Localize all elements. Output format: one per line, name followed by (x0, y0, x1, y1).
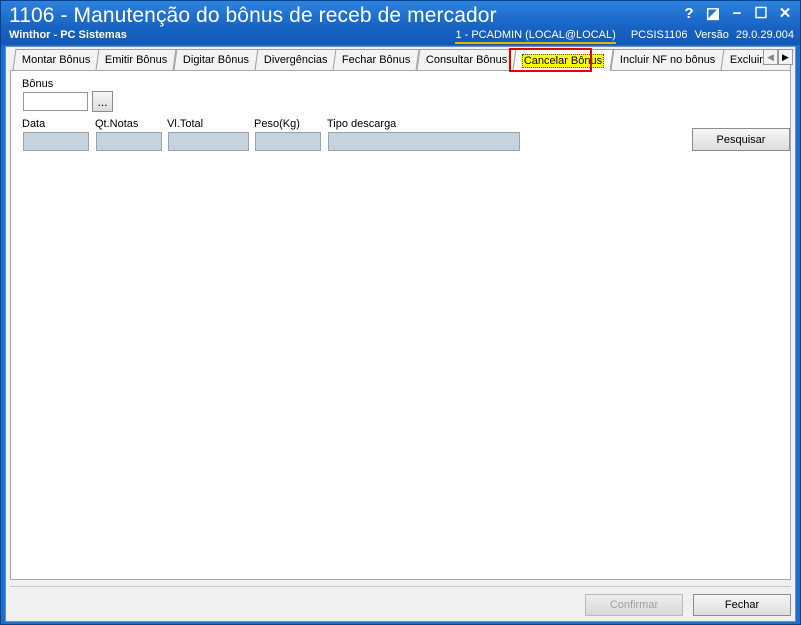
window-controls: ? ◪ − ☐ ✕ (678, 3, 796, 23)
maximize-icon[interactable]: ☐ (750, 3, 772, 23)
tipo-descarga-field (328, 132, 520, 151)
close-icon[interactable]: ✕ (774, 3, 796, 23)
tab-montar-bonus[interactable]: Montar Bônus (12, 49, 100, 70)
version-label: Versão (694, 29, 729, 41)
title-bar[interactable]: 1106 - Manutenção do bônus de receb de m… (1, 1, 800, 45)
bonus-input[interactable] (23, 92, 88, 111)
help-icon[interactable]: ? (678, 3, 700, 23)
cancel-bonus-panel: Bônus ... Data Qt.Notas Vl.Total Peso(Kg… (10, 70, 791, 580)
bonus-label: Bônus (22, 78, 54, 90)
app-subtitle: Winthor - PC Sistemas (9, 29, 127, 41)
tab-strip: Montar Bônus Emitir Bônus Digitar Bônus … (6, 47, 795, 72)
client-area: Montar Bônus Emitir Bônus Digitar Bônus … (5, 46, 796, 622)
qt-notas-field (96, 132, 162, 151)
version-number: 29.0.29.004 (735, 29, 794, 41)
tab-emitir-bonus[interactable]: Emitir Bônus (96, 49, 178, 70)
tab-cancelar-bonus[interactable]: Cancelar Bônus (512, 49, 615, 71)
tabs: Montar Bônus Emitir Bônus Digitar Bônus … (12, 49, 794, 71)
tipo-descarga-label: Tipo descarga (327, 118, 397, 130)
tab-divergencias[interactable]: Divergências (254, 49, 337, 70)
window-title: 1106 - Manutenção do bônus de receb de m… (9, 4, 497, 27)
qt-notas-label: Qt.Notas (95, 118, 139, 130)
tab-digitar-bonus[interactable]: Digitar Bônus (173, 49, 259, 70)
data-label: Data (22, 118, 46, 130)
footer-bar: Confirmar Fechar (10, 586, 791, 620)
search-button[interactable]: Pesquisar (692, 128, 790, 151)
tab-consultar-bonus[interactable]: Consultar Bônus (416, 49, 517, 70)
peso-label: Peso(Kg) (254, 118, 300, 130)
close-button[interactable]: Fechar (693, 594, 791, 616)
minimize-icon[interactable]: − (726, 3, 748, 23)
tab-scroll-right-icon[interactable]: ▶ (778, 49, 793, 65)
session-info: 1 - PCADMIN (LOCAL@LOCAL) PCSIS1106 Vers… (451, 29, 794, 44)
tab-fechar-bonus[interactable]: Fechar Bônus (333, 49, 421, 70)
restore-icon[interactable]: ◪ (702, 3, 724, 23)
tab-incluir-nf[interactable]: Incluir NF no bônus (610, 49, 725, 70)
logged-user: 1 - PCADMIN (LOCAL@LOCAL) (455, 29, 616, 44)
tab-scroll-left-icon[interactable]: ◀ (763, 49, 778, 65)
tab-scroll: ◀ ▶ (763, 49, 793, 65)
vl-total-label: Vl.Total (167, 118, 204, 130)
bonus-lookup-button[interactable]: ... (92, 91, 113, 112)
peso-field (255, 132, 321, 151)
confirm-button[interactable]: Confirmar (585, 594, 683, 616)
data-field (23, 132, 89, 151)
main-window: 1106 - Manutenção do bônus de receb de m… (0, 0, 801, 625)
routine-code: PCSIS1106 (630, 29, 688, 41)
vl-total-field (168, 132, 249, 151)
